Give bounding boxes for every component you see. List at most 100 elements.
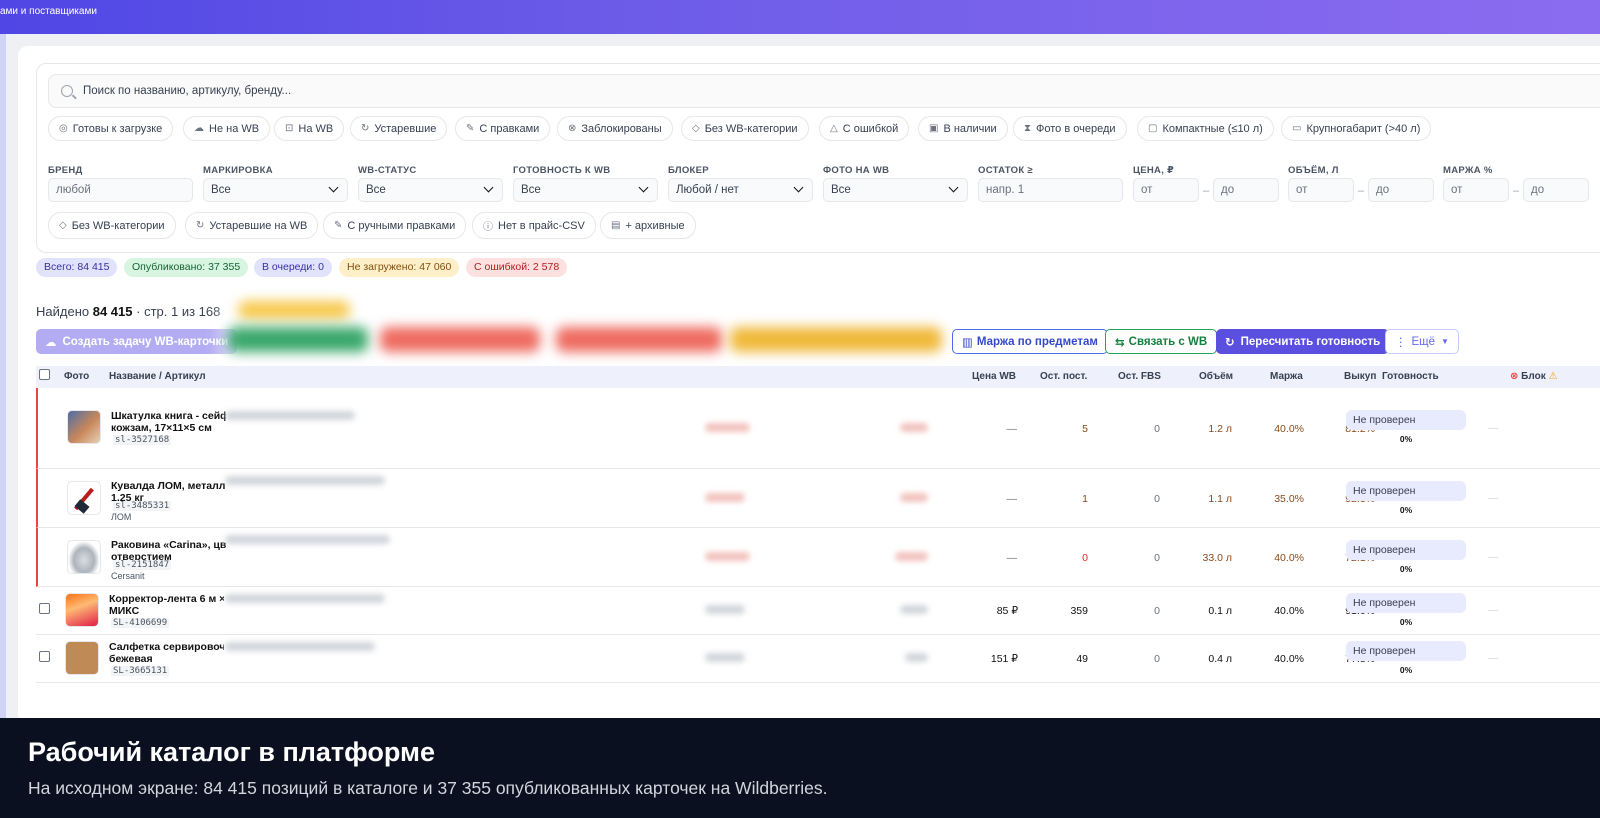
chip-compact[interactable]: ▢ Компактные (≤10 л) <box>1137 116 1274 141</box>
refresh-icon: ↻ <box>196 220 205 231</box>
blurred-badge <box>238 301 350 319</box>
brand-label: БРЕНД <box>48 165 83 176</box>
col-margin[interactable]: Маржа <box>1270 371 1303 382</box>
recalc-button[interactable]: ↻ Пересчитать готовность <box>1216 329 1390 354</box>
col-photo: Фото <box>64 371 90 382</box>
left-edge <box>0 34 6 724</box>
chip-error[interactable]: △ С ошибкой <box>819 116 910 141</box>
volume-cell: 0.4 л <box>1208 653 1232 665</box>
search-placeholder: Поиск по названию, артикулу, бренду... <box>83 85 292 97</box>
cube-icon: ▢ <box>1148 123 1158 134</box>
margin-to-input[interactable]: до <box>1523 178 1589 202</box>
readiness-badge[interactable]: Не проверен <box>1346 410 1466 430</box>
readiness-select[interactable]: Все <box>513 178 658 202</box>
stat-errors[interactable]: С ошибкой: 2 578 <box>466 258 568 277</box>
blocker-select[interactable]: Любой / нет <box>668 178 813 202</box>
search-input[interactable]: Поиск по названию, артикулу, бренду... <box>48 74 1600 108</box>
readiness-badge[interactable]: Не проверен <box>1346 593 1466 613</box>
blurred-text <box>905 653 928 662</box>
chart-icon: ▥ <box>962 336 973 349</box>
readiness-percent: 0% <box>1399 505 1413 515</box>
product-name[interactable]: Салфетка сервировоч бежевая <box>109 641 224 665</box>
margin-cell: 40.0% <box>1274 653 1304 665</box>
volume-from-input[interactable]: от <box>1288 178 1354 202</box>
stat-queued[interactable]: В очереди: 0 <box>254 258 332 277</box>
readiness-badge[interactable]: Не проверен <box>1346 540 1466 560</box>
chip-blocked[interactable]: ⊗ Заблокированы <box>557 116 673 141</box>
margin-by-subject-button[interactable]: ▥ Маржа по предметам <box>952 329 1108 354</box>
price-cell: 151 ₽ <box>990 653 1018 665</box>
chip-not-on-wb[interactable]: ☁ Не на WB <box>183 116 271 141</box>
row-checkbox[interactable] <box>39 651 50 662</box>
chip-photo-queue[interactable]: ⧗ Фото в очереди <box>1013 116 1127 141</box>
volume-label: ОБЪЁМ, Л <box>1288 165 1339 176</box>
product-sku: sl-2151847 <box>113 560 172 570</box>
marking-select[interactable]: Все <box>203 178 348 202</box>
price-to-input[interactable]: до <box>1213 178 1279 202</box>
col-stock[interactable]: Ост. пост. <box>1040 371 1087 382</box>
stock-input[interactable]: напр. 1 <box>978 178 1123 202</box>
volume-cell: 33.0 л <box>1202 552 1232 564</box>
margin-cell: 40.0% <box>1274 552 1304 564</box>
select-all-checkbox[interactable] <box>39 369 50 380</box>
wb-status-select[interactable]: Все <box>358 178 503 202</box>
stat-published[interactable]: Опубликовано: 37 355 <box>124 258 249 277</box>
price-from-input[interactable]: от <box>1133 178 1199 202</box>
volume-to-input[interactable]: до <box>1368 178 1434 202</box>
range-dash: – <box>1513 185 1520 197</box>
readiness-badge[interactable]: Не проверен <box>1346 641 1466 661</box>
blurred-text <box>705 493 745 502</box>
blurred-text <box>705 605 745 614</box>
brand-input[interactable]: любой <box>48 178 193 202</box>
x-circle-icon: ⊗ <box>1510 371 1519 382</box>
blurred-text <box>225 535 390 544</box>
col-fbs[interactable]: Ост. FBS <box>1118 371 1161 382</box>
price-label: ЦЕНА, ₽ <box>1133 165 1174 176</box>
readiness-badge[interactable]: Не проверен <box>1346 481 1466 501</box>
toggle-outdated[interactable]: ↻ Устаревшие на WB <box>185 212 319 239</box>
package-icon: ▭ <box>1292 123 1302 134</box>
col-volume[interactable]: Объём <box>1199 371 1233 382</box>
wb-status-label: WB-СТАТУС <box>358 165 417 176</box>
create-task-button[interactable]: ☁ Создать задачу WB-карточки <box>36 329 238 354</box>
row-checkbox[interactable] <box>39 603 50 614</box>
blurred-text <box>705 552 750 561</box>
stat-total[interactable]: Всего: 84 415 <box>36 258 118 277</box>
col-readiness[interactable]: Готовность <box>1382 371 1439 382</box>
product-photo <box>67 540 101 574</box>
toggle-not-in-csv[interactable]: ⓘ Нет в прайс-CSV <box>472 212 596 239</box>
product-photo <box>67 410 101 444</box>
chip-on-wb[interactable]: ⊡ На WB <box>274 116 345 141</box>
chevron-down-icon: ▼ <box>1441 337 1449 346</box>
chip-in-stock[interactable]: ▣ В наличии <box>918 116 1008 141</box>
toggle-manual-edits[interactable]: ✎ С ручными правками <box>323 212 467 239</box>
margin-from-input[interactable]: от <box>1443 178 1509 202</box>
chip-outdated[interactable]: ↻ Устаревшие <box>350 116 448 141</box>
photo-label: ФОТО НА WB <box>823 165 890 176</box>
toggle-no-category[interactable]: ◇ Без WB-категории <box>48 212 176 239</box>
stat-not-loaded[interactable]: Не загружено: 47 060 <box>339 258 460 277</box>
col-price[interactable]: Цена WB <box>972 371 1016 382</box>
product-sku: SL-4106699 <box>111 618 170 628</box>
refresh-icon: ↻ <box>1225 336 1235 349</box>
cloud-upload-icon: ☁ <box>45 336 57 349</box>
chip-ready[interactable]: ◎ Готовы к загрузке <box>48 116 174 141</box>
chip-no-category[interactable]: ◇ Без WB-категории <box>681 116 809 141</box>
product-name[interactable]: Корректор-лента 6 м × МИКС <box>109 593 224 617</box>
more-button[interactable]: ⋮ Ещё ▼ <box>1385 329 1459 354</box>
fbs-cell: 0 <box>1154 493 1160 505</box>
warning-icon: ⚠ <box>1548 371 1558 382</box>
blurred-button-yellow <box>730 327 942 352</box>
product-sku: SL-3665131 <box>111 666 170 676</box>
chip-oversize[interactable]: ▭ Крупногабарит (>40 л) <box>1281 116 1432 141</box>
col-buyout[interactable]: Выкуп <box>1344 371 1376 382</box>
col-name[interactable]: Название / Артикул <box>109 371 206 382</box>
margin-cell: 40.0% <box>1274 605 1304 617</box>
photo-select[interactable]: Все <box>823 178 968 202</box>
product-brand: Cersanit <box>111 571 145 581</box>
chip-edited[interactable]: ✎ С правками <box>455 116 551 141</box>
toggle-archived[interactable]: ▤ + архивные <box>600 212 696 239</box>
col-block[interactable]: ⊗ Блок ⚠ <box>1510 371 1557 382</box>
link-wb-button[interactable]: ⇆ Связать с WB <box>1105 329 1218 354</box>
product-name[interactable]: Шкатулка книга - сейф кожзам, 17×11×5 см <box>111 410 226 434</box>
